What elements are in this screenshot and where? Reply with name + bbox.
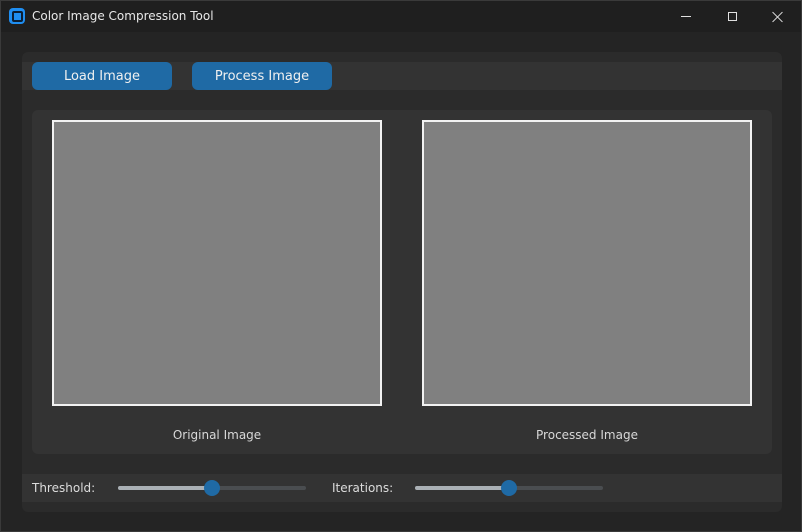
iterations-slider-fill [415,486,509,490]
process-image-button[interactable]: Process Image [192,62,332,90]
processed-image-canvas [422,120,752,406]
window-title: Color Image Compression Tool [32,9,214,23]
minimize-icon [681,16,691,17]
original-image-label: Original Image [172,428,262,442]
iterations-slider[interactable] [415,480,603,496]
maximize-icon [727,12,737,21]
maximize-button[interactable] [709,1,755,32]
iterations-label: Iterations: [332,481,394,495]
close-icon [772,11,784,23]
threshold-slider[interactable] [118,480,306,496]
controls-bar: Threshold: Iterations: [22,474,782,502]
threshold-slider-fill [118,486,212,490]
iterations-slider-thumb[interactable] [501,480,517,496]
original-image-canvas [52,120,382,406]
processed-image-label: Processed Image [536,428,638,442]
threshold-slider-thumb[interactable] [204,480,220,496]
app-icon [9,8,25,24]
load-image-button[interactable]: Load Image [32,62,172,90]
main-frame: Load Image Process Image Original Image … [22,52,782,512]
threshold-label: Threshold: [32,481,96,495]
toolbar: Load Image Process Image [22,62,782,90]
minimize-button[interactable] [663,1,709,32]
close-button[interactable] [755,1,801,32]
app-window: Color Image Compression Tool Load Image … [0,0,802,532]
title-bar[interactable]: Color Image Compression Tool [1,1,801,32]
images-panel: Original Image Processed Image [32,110,772,454]
